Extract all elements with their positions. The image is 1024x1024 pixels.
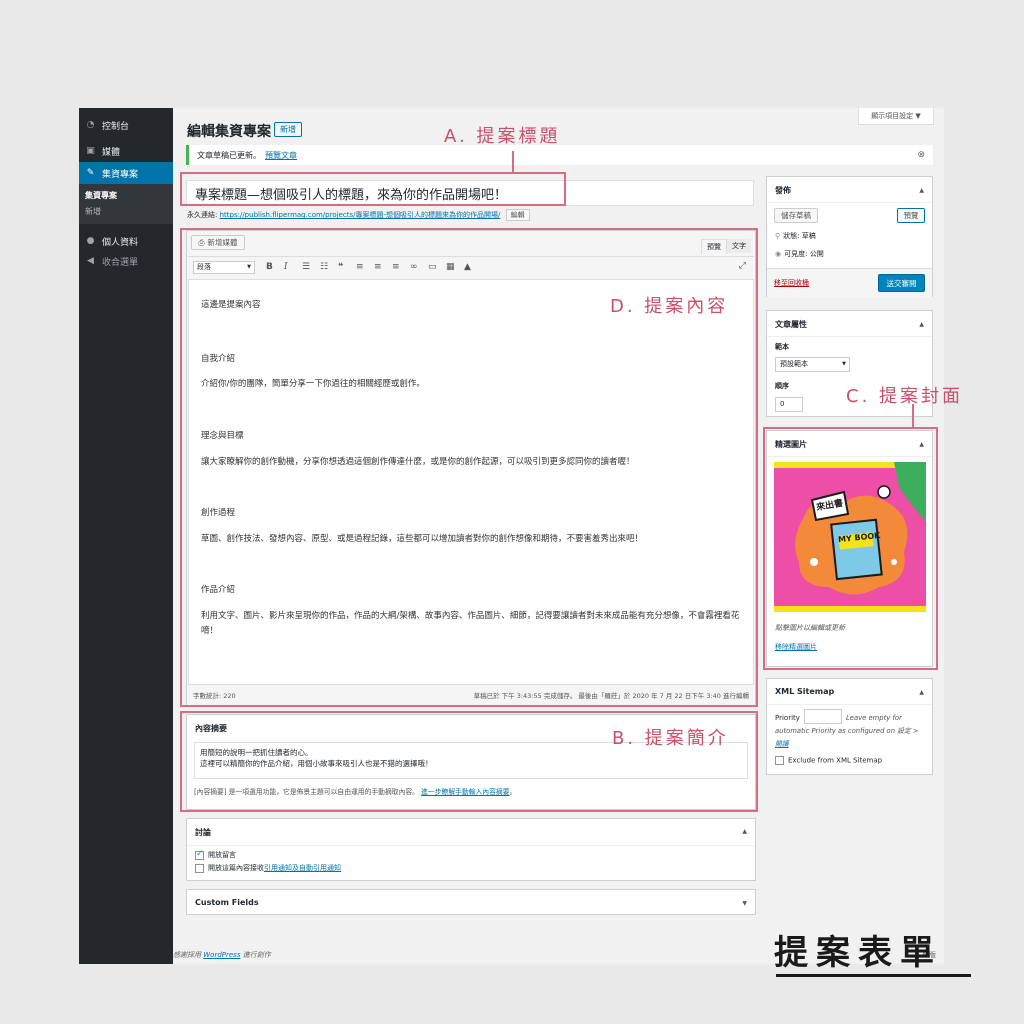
save-draft-button[interactable]: 儲存草稿	[774, 208, 818, 223]
page-title: 編輯集資專案	[187, 124, 271, 140]
dismiss-icon[interactable]: ⊗	[917, 150, 925, 160]
screen-options-button[interactable]: 顯示項目設定 ▼	[858, 108, 934, 125]
collapse-arrow-icon[interactable]: ▲	[919, 321, 924, 328]
publish-title: 發佈	[775, 186, 791, 195]
preview-button[interactable]: 預覽	[897, 208, 925, 223]
add-new-button[interactable]: 新增	[274, 122, 302, 137]
order-input[interactable]: 0	[775, 397, 803, 412]
menu-collapse[interactable]: ◀ 收合選單	[79, 250, 173, 272]
annotation-label-d: D. 提案內容	[610, 296, 729, 317]
submenu-all-projects[interactable]: 集資專案	[85, 190, 117, 201]
status-row: ⚲ 狀態: 草稿	[775, 232, 816, 240]
submenu-add-new[interactable]: 新增	[85, 206, 101, 217]
preview-post-link[interactable]: 預覽文章	[265, 150, 297, 161]
annotation-connector-a	[512, 151, 514, 173]
annotation-label-c: C. 提案封面	[846, 386, 964, 407]
exclude-row: Exclude from XML Sitemap	[775, 756, 882, 765]
edit-permalink-button[interactable]: 編輯	[505, 209, 530, 221]
collapse-arrow-icon[interactable]: ▲	[919, 689, 924, 696]
admin-sidebar: ◔ 控制台 ▣ 媒體 ✎ 集資專案 集資專案 新增 ● 個人資料 ◀ 收合選單	[79, 108, 173, 964]
pin-icon: ✎	[86, 168, 95, 178]
annotation-box-cover	[763, 427, 938, 670]
permalink-url[interactable]: https://publish.flipermag.com/projects/專…	[220, 211, 501, 219]
xml-sitemap-box: XML Sitemap ▲ Priority Leave empty for a…	[766, 678, 933, 775]
permalink-row: 永久連結: https://publish.flipermag.com/proj…	[187, 209, 530, 221]
publish-actions: 移至回收桶 送交審閱	[767, 268, 932, 297]
xml-sitemap-title: XML Sitemap	[775, 687, 835, 696]
allow-pings-row: 開放這篇內容接收引用通知及自動引用通知	[195, 863, 341, 873]
attributes-title: 文章屬性	[775, 320, 807, 329]
menu-projects[interactable]: ✎ 集資專案	[79, 162, 173, 184]
publish-box: 發佈 ▲ 儲存草稿 預覽 ⚲ 狀態: 草稿 ◉ 可見度: 公開 移至回收桶 送交審閱	[766, 176, 933, 297]
custom-fields-title: Custom Fields	[195, 898, 259, 907]
projects-submenu: 集資專案 新增	[79, 184, 173, 224]
collapse-arrow-icon[interactable]: ▲	[919, 187, 924, 194]
template-label: 範本	[775, 343, 789, 351]
menu-profile[interactable]: ● 個人資料	[79, 230, 173, 252]
order-label: 順序	[775, 382, 789, 390]
dashboard-icon: ◔	[86, 120, 95, 130]
corner-title-underline	[776, 974, 971, 977]
footer-credit: 感謝採用 WordPress 進行創作	[173, 951, 271, 959]
exclude-checkbox[interactable]	[775, 756, 784, 765]
expand-arrow-icon[interactable]: ▼	[742, 900, 747, 907]
eye-icon: ◉	[775, 250, 782, 258]
collapse-arrow-icon[interactable]: ▲	[742, 828, 747, 835]
collapse-icon: ◀	[87, 256, 94, 266]
annotation-box-title	[180, 172, 566, 206]
visibility-row: ◉ 可見度: 公開	[775, 250, 824, 258]
discussion-box: 討論 ▲ ✓ 開放留言 開放這篇內容接收引用通知及自動引用通知	[186, 818, 756, 881]
annotation-label-b: B. 提案簡介	[612, 728, 729, 749]
menu-media[interactable]: ▣ 媒體	[79, 140, 173, 162]
discussion-title: 討論	[195, 828, 211, 837]
reading-settings-link[interactable]: 閱讀	[775, 740, 789, 748]
media-icon: ▣	[86, 146, 95, 156]
submit-for-review-button[interactable]: 送交審閱	[878, 274, 925, 292]
trash-link[interactable]: 移至回收桶	[774, 278, 809, 288]
annotation-label-a: A. 提案標題	[444, 126, 561, 147]
update-notice: 文章草稿已更新。 預覽文章 ⊗	[186, 145, 933, 165]
corner-title: 提案表單	[774, 933, 942, 973]
custom-fields-box[interactable]: Custom Fields ▼	[186, 889, 756, 915]
chevron-down-icon: ▼	[842, 361, 846, 367]
allow-comments-checkbox[interactable]: ✓	[195, 849, 204, 860]
priority-hint: Leave empty for automatic Priority as co…	[775, 714, 919, 748]
allow-comments-row: ✓ 開放留言	[195, 848, 236, 860]
template-select[interactable]: 預設範本 ▼	[775, 357, 850, 372]
user-icon: ●	[86, 236, 95, 246]
allow-pings-checkbox[interactable]	[195, 863, 204, 873]
pin-icon: ⚲	[775, 232, 781, 240]
menu-dashboard[interactable]: ◔ 控制台	[79, 114, 173, 136]
